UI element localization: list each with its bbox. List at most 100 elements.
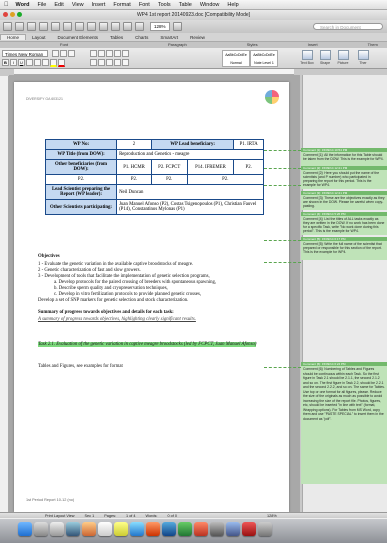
- menu-font[interactable]: Font: [139, 2, 150, 8]
- font-size-icon[interactable]: [52, 50, 59, 57]
- other-beneficiary-4[interactable]: P2.: [233, 159, 264, 175]
- finder-icon[interactable]: [18, 522, 32, 536]
- p-cell-3[interactable]: P2.: [150, 174, 188, 185]
- p-cell-2[interactable]: P2.: [116, 174, 152, 185]
- font-color-icon[interactable]: [58, 59, 65, 67]
- bullets-icon[interactable]: [90, 50, 97, 57]
- zoom-select[interactable]: 128%: [150, 22, 170, 31]
- tab-document-elements[interactable]: Document Elements: [52, 35, 105, 40]
- align-left-icon[interactable]: [90, 59, 97, 66]
- menu-tools[interactable]: Tools: [158, 2, 171, 8]
- calendar-icon[interactable]: [98, 522, 112, 536]
- word-icon[interactable]: [162, 522, 176, 536]
- p-cell-1[interactable]: P2.: [44, 174, 118, 185]
- launchpad-icon[interactable]: [34, 522, 48, 536]
- menu-file[interactable]: File: [37, 2, 46, 8]
- bold-icon[interactable]: B: [2, 59, 9, 66]
- strikethrough-icon[interactable]: [26, 59, 33, 66]
- redo-icon[interactable]: [75, 22, 84, 31]
- menu-table[interactable]: Table: [179, 2, 192, 8]
- shrink-font-icon[interactable]: [68, 50, 75, 57]
- menu-view[interactable]: View: [72, 2, 84, 8]
- zoom-window-icon[interactable]: [17, 12, 22, 17]
- tables-icon[interactable]: [99, 22, 108, 31]
- menu-edit[interactable]: Edit: [54, 2, 63, 8]
- other-beneficiary-3[interactable]: P14. IFREMER: [186, 159, 235, 175]
- lead-scientist-value[interactable]: Neil Duncan: [116, 184, 264, 200]
- line-spacing-icon[interactable]: [122, 59, 129, 66]
- contacts-icon[interactable]: [82, 522, 96, 536]
- menu-app-name[interactable]: Word: [16, 2, 30, 8]
- menu-help[interactable]: Help: [227, 2, 238, 8]
- grow-font-icon[interactable]: [60, 50, 67, 57]
- app-store-icon[interactable]: [130, 522, 144, 536]
- undo-icon[interactable]: [63, 22, 72, 31]
- align-center-icon[interactable]: [98, 59, 105, 66]
- safari-icon[interactable]: [50, 522, 64, 536]
- menu-insert[interactable]: Insert: [92, 2, 106, 8]
- subscript-icon[interactable]: [42, 59, 49, 66]
- highlight-icon[interactable]: [50, 59, 57, 67]
- shape-button[interactable]: Shape: [318, 50, 332, 65]
- comment-1-body[interactable]: Comment [1]: All the information for thi…: [301, 152, 387, 166]
- wp-title-value[interactable]: Reproduction and Genetics - meagre: [116, 149, 264, 160]
- style-note-level-1[interactable]: AaBbCcDdEe Note Level 1: [250, 50, 278, 67]
- print-icon[interactable]: [51, 22, 60, 31]
- tab-review[interactable]: Review: [184, 35, 211, 40]
- comment-5-body[interactable]: Comment [5]: Write the full name of the …: [301, 241, 387, 260]
- save-icon[interactable]: [39, 22, 48, 31]
- tab-layout[interactable]: Layout: [26, 35, 52, 40]
- firefox-icon[interactable]: [146, 522, 160, 536]
- underline-icon[interactable]: U: [18, 59, 25, 66]
- close-window-icon[interactable]: [3, 12, 8, 17]
- menu-window[interactable]: Window: [200, 2, 220, 8]
- preview-icon[interactable]: [226, 522, 240, 536]
- notes-icon[interactable]: [114, 522, 128, 536]
- justify-icon[interactable]: [114, 59, 121, 66]
- format-painter-icon[interactable]: [87, 22, 96, 31]
- document-page[interactable]: DIVERSIFY GA 603121 WP No: 2 WP Lead ben…: [14, 82, 289, 512]
- wp-no-value[interactable]: 2: [116, 139, 152, 150]
- apple-icon[interactable]: : [4, 2, 9, 8]
- tab-smartart[interactable]: SmartArt: [154, 35, 184, 40]
- lead-beneficiary-value[interactable]: P1. IRTA: [233, 139, 264, 150]
- tab-home[interactable]: Home: [0, 34, 27, 40]
- comment-2-body[interactable]: Comment [2]: Here you should put the nam…: [301, 170, 387, 189]
- other-beneficiary-2[interactable]: P2. FCPCT: [150, 159, 188, 175]
- show-formatting-icon[interactable]: [123, 22, 132, 31]
- text-box-button[interactable]: Text Box: [300, 50, 314, 65]
- sidebar-icon[interactable]: [135, 22, 144, 31]
- italic-icon[interactable]: I: [10, 59, 17, 66]
- new-document-icon[interactable]: [3, 22, 12, 31]
- themes-button[interactable]: Ther: [356, 50, 370, 65]
- comment-4-body[interactable]: Comment [4]: List the titles of ALL task…: [301, 216, 387, 235]
- powerpoint-icon[interactable]: [194, 522, 208, 536]
- comment-6-body[interactable]: Comment [6]: Numbering of Tables and Fig…: [301, 366, 387, 484]
- vertical-ruler[interactable]: [0, 76, 9, 512]
- decrease-indent-icon[interactable]: [114, 50, 121, 57]
- mail-icon[interactable]: [66, 522, 80, 536]
- search-input[interactable]: Search in Document: [313, 23, 383, 30]
- multilevel-list-icon[interactable]: [106, 50, 113, 57]
- help-icon[interactable]: [172, 22, 182, 31]
- menu-format[interactable]: Format: [113, 2, 130, 8]
- other-scientists-value[interactable]: Juan Manuel Afonso (P2), Costas Tsigenop…: [116, 199, 264, 215]
- acrobat-icon[interactable]: [242, 522, 256, 536]
- columns-icon[interactable]: [111, 22, 120, 31]
- picture-button[interactable]: Picture: [336, 50, 350, 65]
- comment-3-body[interactable]: Comment [3]: These are the objectives ex…: [301, 195, 387, 210]
- excel-icon[interactable]: [178, 522, 192, 536]
- other-beneficiary-1[interactable]: P1. HCMR: [116, 159, 152, 175]
- minimize-window-icon[interactable]: [10, 12, 15, 17]
- superscript-icon[interactable]: [34, 59, 41, 66]
- tab-charts[interactable]: Charts: [129, 35, 154, 40]
- style-normal[interactable]: AaBbCcDdEe Normal: [222, 50, 250, 67]
- open-icon[interactable]: [27, 22, 36, 31]
- tab-tables[interactable]: Tables: [104, 35, 129, 40]
- trash-icon[interactable]: [258, 522, 272, 536]
- align-right-icon[interactable]: [106, 59, 113, 66]
- system-preferences-icon[interactable]: [210, 522, 224, 536]
- p-cell-4[interactable]: P2.: [186, 174, 265, 185]
- increase-indent-icon[interactable]: [122, 50, 129, 57]
- numbering-icon[interactable]: [98, 50, 105, 57]
